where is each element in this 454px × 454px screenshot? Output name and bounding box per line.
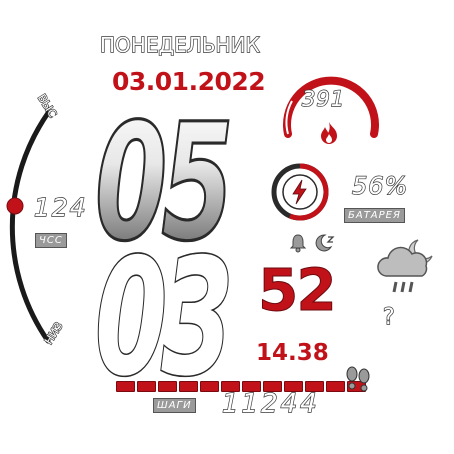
alarm-bell-icon (289, 234, 307, 253)
battery-percent: 56% (351, 171, 409, 200)
secondary-time: 14.38 (256, 340, 329, 366)
fire-icon (321, 122, 337, 144)
heart-rate-indicator (6, 197, 24, 215)
steps-segment (179, 381, 198, 392)
moon-dnd-icon (315, 234, 335, 252)
cloud-moon-rain-icon (377, 239, 433, 293)
steps-segment (200, 381, 219, 392)
heart-rate-value: 124 (33, 192, 88, 222)
battery-gauge (271, 163, 329, 221)
steps-value: 11244 (221, 388, 320, 419)
steps-segment (116, 381, 135, 392)
seconds: 52 (258, 256, 338, 325)
steps-segment (158, 381, 177, 392)
steps-segment (137, 381, 156, 392)
steps-label: ШАГИ (153, 398, 196, 413)
weather-temperature: ? (382, 304, 395, 330)
heart-rate-label: ЧСС (35, 233, 67, 248)
calories-value: 391 (301, 86, 346, 111)
footsteps-icon (346, 366, 370, 392)
battery-label: БАТАРЕЯ (344, 208, 405, 223)
